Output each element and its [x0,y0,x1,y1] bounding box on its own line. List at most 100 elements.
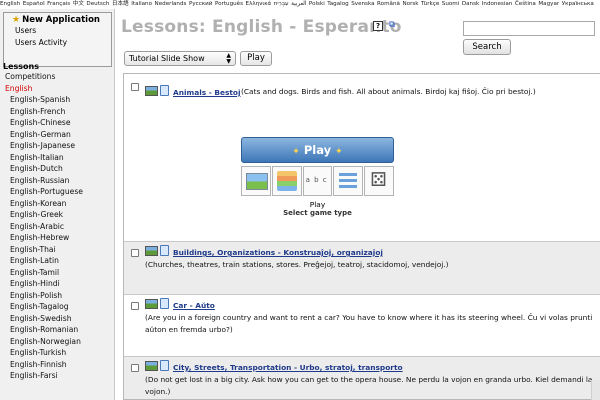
sidebar-item-english-swedish[interactable]: English-Swedish [0,313,114,325]
picture-game-icon[interactable] [241,166,271,196]
language-link[interactable]: Türkçe [421,1,439,7]
new-application-header[interactable]: ★ New Application [4,13,111,25]
lesson-checkbox[interactable] [131,83,139,91]
lesson-title-link[interactable]: Car - Aŭto [173,301,215,310]
sidebar-item-english-arabic[interactable]: English-Arabic [0,221,114,233]
language-link[interactable]: Deutsch [86,1,109,7]
document-icon[interactable] [160,360,169,371]
language-link[interactable]: Polski [309,1,325,7]
lesson-description: (Are you in a foreign country and want t… [145,313,593,334]
language-link[interactable]: 日本語 [112,1,129,7]
external-link-icon[interactable]: ⧉ [387,21,397,31]
language-link[interactable]: Français [47,1,70,7]
language-link[interactable]: Magyar [538,1,559,7]
sidebar-item-english-dutch[interactable]: English-Dutch [0,163,114,175]
sidebar-item-english-turkish[interactable]: English-Turkish [0,347,114,359]
sidebar-item-english-romanian[interactable]: English-Romanian [0,324,114,336]
sidebar-item-english-korean[interactable]: English-Korean [0,198,114,210]
sidebar-item-english-tagalog[interactable]: English-Tagalog [0,301,114,313]
select-game-type-caption: Select game type [283,209,352,217]
lesson-checkbox[interactable] [131,302,139,310]
language-link[interactable]: Ελληνικά [246,1,272,7]
users-link[interactable]: Users [4,25,111,37]
new-application-title: New Application [22,15,100,25]
sidebar-item-english-norwegian[interactable]: English-Norwegian [0,336,114,348]
language-link[interactable]: Русский [189,1,212,7]
sidebar-item-english-hindi[interactable]: English-Hindi [0,278,114,290]
language-link[interactable]: English [0,1,20,7]
select-arrows-icon: ▲ ▼ [226,52,231,65]
lesson-list: Animals - Bestoj (Cats and dogs. Birds a… [123,73,600,400]
search-input[interactable] [463,21,595,36]
mode-select-value: Tutorial Slide Show [129,54,205,63]
language-link[interactable]: Română [377,1,400,7]
lesson-checkbox[interactable] [131,249,139,257]
sidebar-item-english-hebrew[interactable]: English-Hebrew [0,232,114,244]
language-link[interactable]: Čeština [515,1,536,7]
sidebar-item-english-tamil[interactable]: English-Tamil [0,267,114,279]
language-link[interactable]: Español [23,1,45,7]
users-activity-link[interactable]: Users Activity [4,37,111,49]
language-link[interactable]: Svenska [351,1,374,7]
language-link[interactable]: Indonesian [482,1,513,7]
lesson-description: (Churches, theatres, train stations, sto… [145,260,449,269]
lesson-row: Animals - Bestoj (Cats and dogs. Birds a… [124,74,600,242]
lightbulb-icon: ✦ [292,147,300,157]
page-title: Lessons: English - Esperanto [121,17,402,37]
sidebar-item-english-latin[interactable]: English-Latin [0,255,114,267]
dice-game-icon[interactable] [364,166,394,196]
language-link[interactable]: Português [215,1,243,7]
play-button[interactable]: Play [240,51,272,66]
lesson-row: Car - Aŭto (Are you in a foreign country… [124,295,600,357]
language-link[interactable]: Suomi [442,1,460,7]
language-link[interactable]: Українська [562,1,594,7]
lesson-description: (Cats and dogs. Birds and fish. All abou… [241,87,536,96]
document-icon[interactable] [160,298,169,309]
document-icon[interactable] [160,85,169,96]
lesson-description: (Do not get lost in a big city. Ask how … [145,375,593,396]
sidebar-item-english-italian[interactable]: English-Italian [0,152,114,164]
sidebar-item-competitions[interactable]: Competitions [0,71,114,83]
lessons-heading: Lessons [3,62,39,71]
sidebar-item-english-farsi[interactable]: English-Farsi [0,370,114,382]
lesson-title-link[interactable]: City, Streets, Transportation - Urbo, st… [173,363,403,372]
list-game-icon[interactable] [333,166,364,196]
sidebar-item-english-german[interactable]: English-German [0,129,114,141]
language-bar: English Español Français 中文 Deutsch 日本語 Italia… [0,0,600,9]
lesson-title-link[interactable]: Buildings, Organizations - Konstruaĵoj, … [173,248,383,257]
language-link[interactable]: Tagalog [327,1,348,7]
sidebar-item-english-spanish[interactable]: English-Spanish [0,94,114,106]
cards-game-icon[interactable] [271,166,302,196]
lightbulb-icon: ✦ [335,147,343,157]
sidebar-item-english[interactable]: English [0,83,114,95]
lesson-title-link[interactable]: Animals - Bestoj [173,88,241,97]
letters-game-icon[interactable] [302,166,333,196]
lesson-checkbox[interactable] [131,364,139,372]
play-game-button[interactable]: ✦ Play ✦ [241,137,394,163]
sidebar-item-english-portuguese[interactable]: English-Portuguese [0,186,114,198]
language-link[interactable]: עִבְרִית [274,1,289,7]
sidebar-item-english-japanese[interactable]: English-Japanese [0,140,114,152]
scrollbar[interactable] [591,380,600,400]
sidebar-item-english-thai[interactable]: English-Thai [0,244,114,256]
language-link[interactable]: العربية [291,1,306,7]
picture-icon [145,86,158,96]
help-icon[interactable]: ? [373,21,383,31]
document-icon[interactable] [160,245,169,256]
language-link[interactable]: 中文 [73,1,84,7]
language-link[interactable]: Norsk [402,1,418,7]
picture-icon [145,361,158,371]
language-link[interactable]: Dansk [462,1,479,7]
sidebar-item-english-russian[interactable]: English-Russian [0,175,114,187]
sidebar-item-english-finnish[interactable]: English-Finnish [0,359,114,371]
search-button[interactable]: Search [463,39,511,55]
mode-select[interactable]: Tutorial Slide Show ▲ ▼ [124,51,236,66]
star-icon: ★ [12,15,21,25]
language-link[interactable]: Nederlands [155,1,187,7]
sidebar-item-english-polish[interactable]: English-Polish [0,290,114,302]
picture-icon [145,299,158,309]
sidebar-item-english-chinese[interactable]: English-Chinese [0,117,114,129]
language-link[interactable]: Italiano [131,1,152,7]
sidebar-item-english-french[interactable]: English-French [0,106,114,118]
sidebar-item-english-greek[interactable]: English-Greek [0,209,114,221]
